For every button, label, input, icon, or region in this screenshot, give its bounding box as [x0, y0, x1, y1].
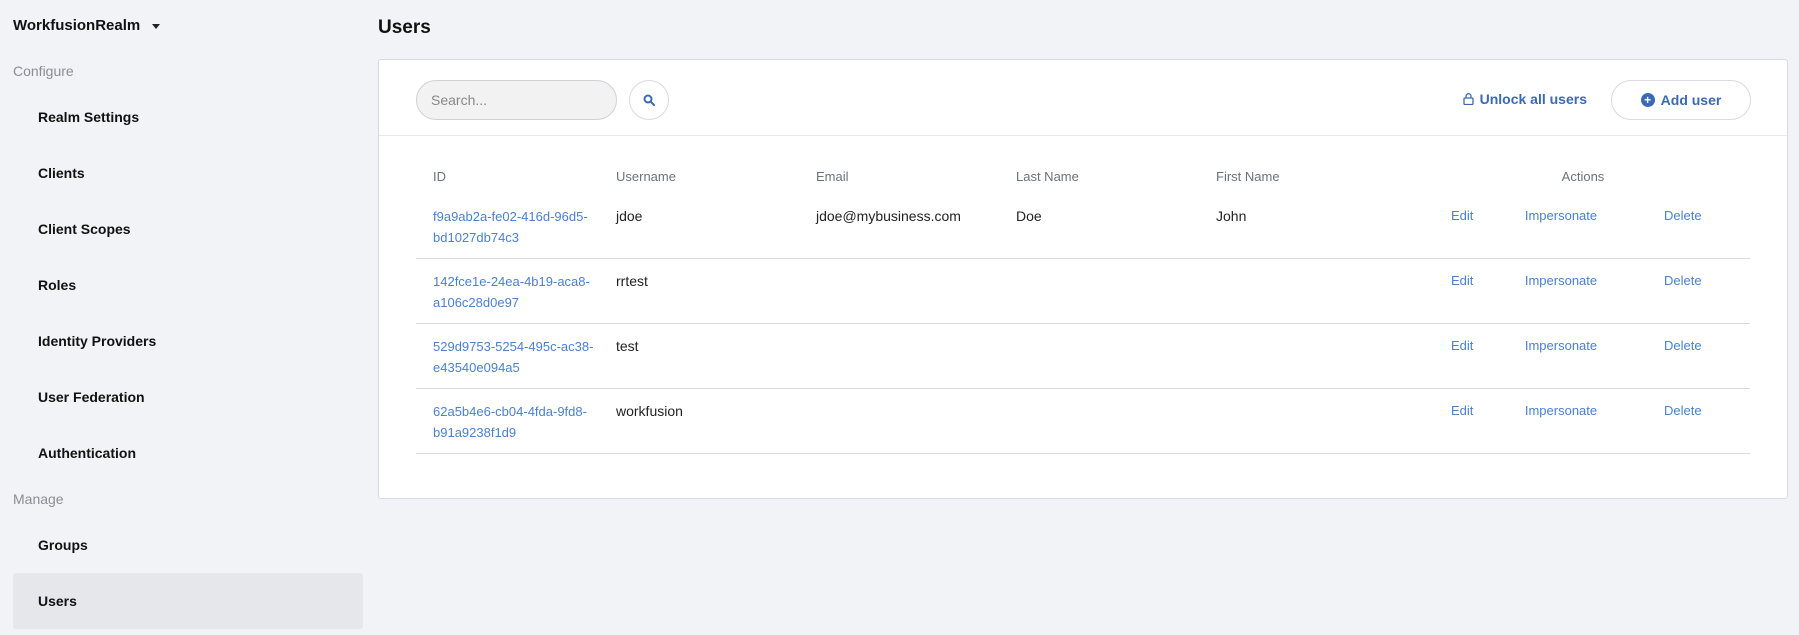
cell-username: rrtest	[616, 273, 648, 289]
search-button[interactable]	[629, 80, 669, 120]
cell-last-name	[1016, 271, 1216, 273]
user-id-link[interactable]: f9a9ab2a-fe02-416d-96d5-bd1027db74c3	[433, 206, 603, 248]
sidebar-item-label: Roles	[38, 277, 77, 293]
plus-circle-icon: +	[1640, 93, 1655, 107]
sidebar-item-realm-settings[interactable]: Realm Settings	[13, 89, 363, 145]
column-header-username[interactable]: Username	[616, 169, 816, 184]
unlock-all-users-button[interactable]: Unlock all users	[1462, 91, 1587, 107]
sidebar-item-label: Realm Settings	[38, 109, 140, 125]
delete-link[interactable]: Delete	[1626, 273, 1750, 288]
column-header-id[interactable]: ID	[416, 169, 616, 184]
table-row: 62a5b4e6-cb04-4fda-9fd8-b91a9238f1d9 wor…	[416, 389, 1750, 454]
delete-link[interactable]: Delete	[1626, 403, 1750, 418]
sidebar-item-roles[interactable]: Roles	[13, 257, 363, 313]
cell-username: jdoe	[616, 208, 643, 224]
sidebar-item-identity-providers[interactable]: Identity Providers	[13, 313, 363, 369]
toolbar: Unlock all users + Add user	[379, 60, 1787, 136]
unlock-label: Unlock all users	[1479, 91, 1587, 107]
edit-link[interactable]: Edit	[1416, 273, 1496, 288]
sidebar-item-client-scopes[interactable]: Client Scopes	[13, 201, 363, 257]
search-input[interactable]	[416, 80, 617, 120]
table-row: f9a9ab2a-fe02-416d-96d5-bd1027db74c3 jdo…	[416, 194, 1750, 259]
edit-link[interactable]: Edit	[1416, 338, 1496, 353]
cell-last-name	[1016, 401, 1216, 403]
cell-first-name	[1216, 401, 1416, 403]
table-row: 142fce1e-24ea-4b19-aca8-a106c28d0e97 rrt…	[416, 259, 1750, 324]
sidebar-item-label: User Federation	[38, 389, 145, 405]
table-header: ID Username Email Last Name First Name A…	[416, 136, 1750, 194]
sidebar-item-users[interactable]: Users	[13, 573, 363, 629]
lock-icon	[1462, 93, 1474, 105]
cell-email: jdoe@mybusiness.com	[816, 208, 961, 224]
sidebar-item-label: Identity Providers	[38, 333, 157, 349]
table-row: 529d9753-5254-495c-ac38-e43540e094a5 tes…	[416, 324, 1750, 389]
impersonate-link[interactable]: Impersonate	[1496, 208, 1626, 223]
sidebar-item-label: Users	[38, 593, 77, 609]
users-panel: Unlock all users + Add user ID Username …	[378, 59, 1788, 499]
cell-first-name	[1216, 271, 1416, 273]
sidebar-item-label: Authentication	[38, 445, 136, 461]
section-manage-label: Manage	[13, 491, 64, 507]
cell-email	[816, 336, 1016, 338]
edit-link[interactable]: Edit	[1416, 208, 1496, 223]
realm-selector[interactable]: WorkfusionRealm	[13, 17, 161, 34]
column-header-first-name[interactable]: First Name	[1216, 169, 1416, 184]
caret-down-icon	[152, 24, 161, 29]
sidebar-item-label: Clients	[38, 165, 85, 181]
user-id-link[interactable]: 142fce1e-24ea-4b19-aca8-a106c28d0e97	[433, 271, 603, 313]
cell-last-name	[1016, 336, 1216, 338]
impersonate-link[interactable]: Impersonate	[1496, 403, 1626, 418]
cell-last-name: Doe	[1016, 208, 1042, 224]
sidebar-item-authentication[interactable]: Authentication	[13, 425, 363, 481]
cell-email	[816, 271, 1016, 273]
cell-first-name: John	[1216, 208, 1247, 224]
add-user-button[interactable]: + Add user	[1611, 80, 1751, 120]
cell-username: workfusion	[616, 403, 683, 419]
delete-link[interactable]: Delete	[1626, 208, 1750, 223]
page-title: Users	[378, 17, 431, 38]
section-configure-label: Configure	[13, 63, 74, 79]
sidebar-item-groups[interactable]: Groups	[13, 517, 363, 573]
impersonate-link[interactable]: Impersonate	[1496, 338, 1626, 353]
users-table: ID Username Email Last Name First Name A…	[416, 136, 1750, 454]
cell-first-name	[1216, 336, 1416, 338]
column-header-actions: Actions	[1561, 169, 1605, 184]
sidebar-item-label: Client Scopes	[38, 221, 131, 237]
column-header-last-name[interactable]: Last Name	[1016, 169, 1216, 184]
sidebar: WorkfusionRealm Configure Realm Settings…	[0, 0, 375, 635]
sidebar-item-user-federation[interactable]: User Federation	[13, 369, 363, 425]
search-icon	[643, 94, 655, 106]
delete-link[interactable]: Delete	[1626, 338, 1750, 353]
cell-username: test	[616, 338, 639, 354]
sidebar-item-clients[interactable]: Clients	[13, 145, 363, 201]
impersonate-link[interactable]: Impersonate	[1496, 273, 1626, 288]
add-user-label: Add user	[1660, 92, 1722, 108]
edit-link[interactable]: Edit	[1416, 403, 1496, 418]
realm-name: WorkfusionRealm	[13, 17, 141, 34]
sidebar-item-label: Groups	[38, 537, 88, 553]
user-id-link[interactable]: 529d9753-5254-495c-ac38-e43540e094a5	[433, 336, 603, 378]
cell-email	[816, 401, 1016, 403]
column-header-email[interactable]: Email	[816, 169, 1016, 184]
user-id-link[interactable]: 62a5b4e6-cb04-4fda-9fd8-b91a9238f1d9	[433, 401, 603, 443]
